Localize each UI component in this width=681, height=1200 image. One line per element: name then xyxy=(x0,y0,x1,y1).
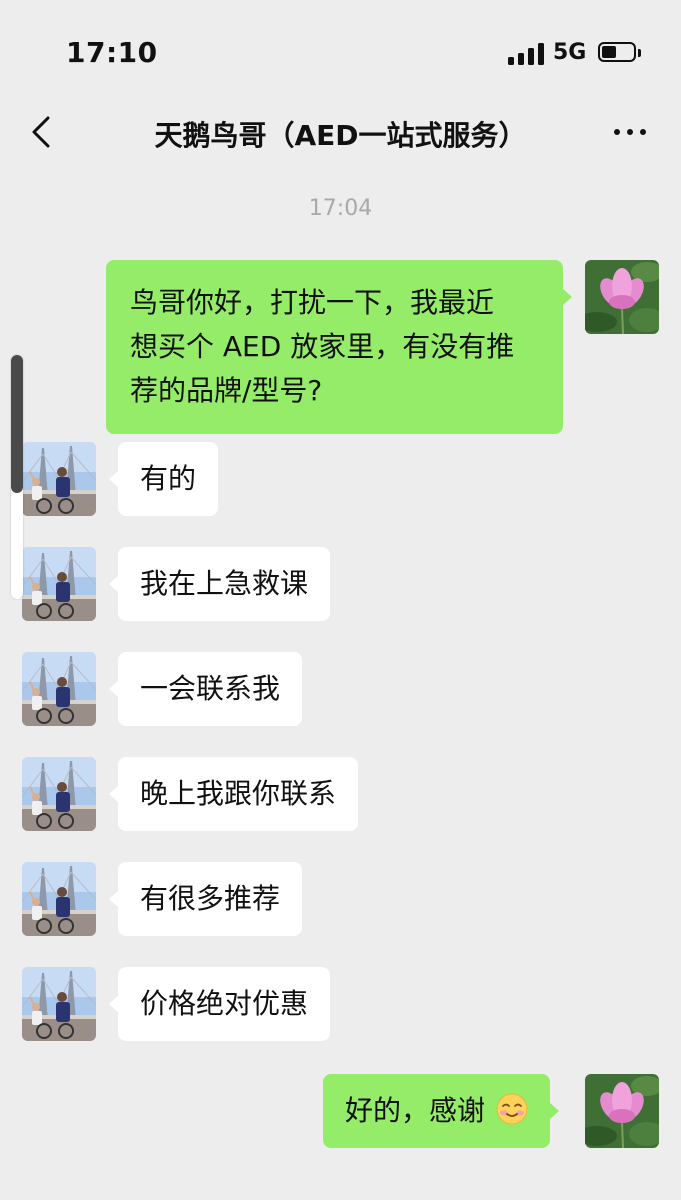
message-timestamp: 17:04 xyxy=(308,196,373,221)
outgoing-message-bubble[interactable]: 好的，感谢 xyxy=(323,1074,559,1148)
scroll-thumb[interactable] xyxy=(11,355,23,493)
incoming-message-bubble[interactable]: 我在上急救课 xyxy=(109,547,331,621)
incoming-message-bubble[interactable]: 有的 xyxy=(109,442,219,516)
status-bar: 17:10 5G xyxy=(0,0,681,100)
message-text: 一会联系我 xyxy=(140,672,281,705)
my-avatar[interactable] xyxy=(585,260,659,334)
incoming-message-bubble[interactable]: 一会联系我 xyxy=(109,652,303,726)
incoming-message-bubble[interactable]: 有很多推荐 xyxy=(109,862,303,936)
contact-avatar[interactable] xyxy=(22,547,96,621)
incoming-message-bubble[interactable]: 晚上我跟你联系 xyxy=(109,757,359,831)
contact-avatar[interactable] xyxy=(22,442,96,516)
message-text-line: 鸟哥你好，打扰一下，我最近 xyxy=(130,286,495,319)
contact-avatar[interactable] xyxy=(22,652,96,726)
chat-title: 天鹅鸟哥（AED一站式服务） xyxy=(154,119,527,152)
status-time: 17:10 xyxy=(66,36,158,69)
battery-icon xyxy=(598,42,642,64)
contact-avatar[interactable] xyxy=(22,967,96,1041)
outgoing-message-bubble[interactable]: 鸟哥你好，打扰一下，我最近 想买个 AED 放家里，有没有推 荐的品牌/型号? xyxy=(106,260,572,434)
message-text: 有很多推荐 xyxy=(140,882,281,915)
message-text: 好的，感谢 xyxy=(345,1094,486,1127)
message-text-line: 荐的品牌/型号? xyxy=(130,374,323,407)
contact-avatar[interactable] xyxy=(22,862,96,936)
cellular-signal-icon xyxy=(508,43,546,65)
scroll-indicator[interactable] xyxy=(11,355,23,599)
more-options-icon[interactable] xyxy=(610,118,650,144)
incoming-message-bubble[interactable]: 价格绝对优惠 xyxy=(109,967,331,1041)
smiling-face-emoji-icon xyxy=(496,1093,528,1125)
contact-avatar[interactable] xyxy=(22,757,96,831)
message-text: 有的 xyxy=(140,462,197,495)
network-type: 5G xyxy=(553,40,587,65)
message-text: 价格绝对优惠 xyxy=(140,987,309,1020)
message-text: 我在上急救课 xyxy=(140,567,309,600)
message-text-line: 想买个 AED 放家里，有没有推 xyxy=(130,330,515,363)
message-text: 晚上我跟你联系 xyxy=(140,777,337,810)
my-avatar[interactable] xyxy=(585,1074,659,1148)
chat-header: 天鹅鸟哥（AED一站式服务） xyxy=(0,100,681,164)
